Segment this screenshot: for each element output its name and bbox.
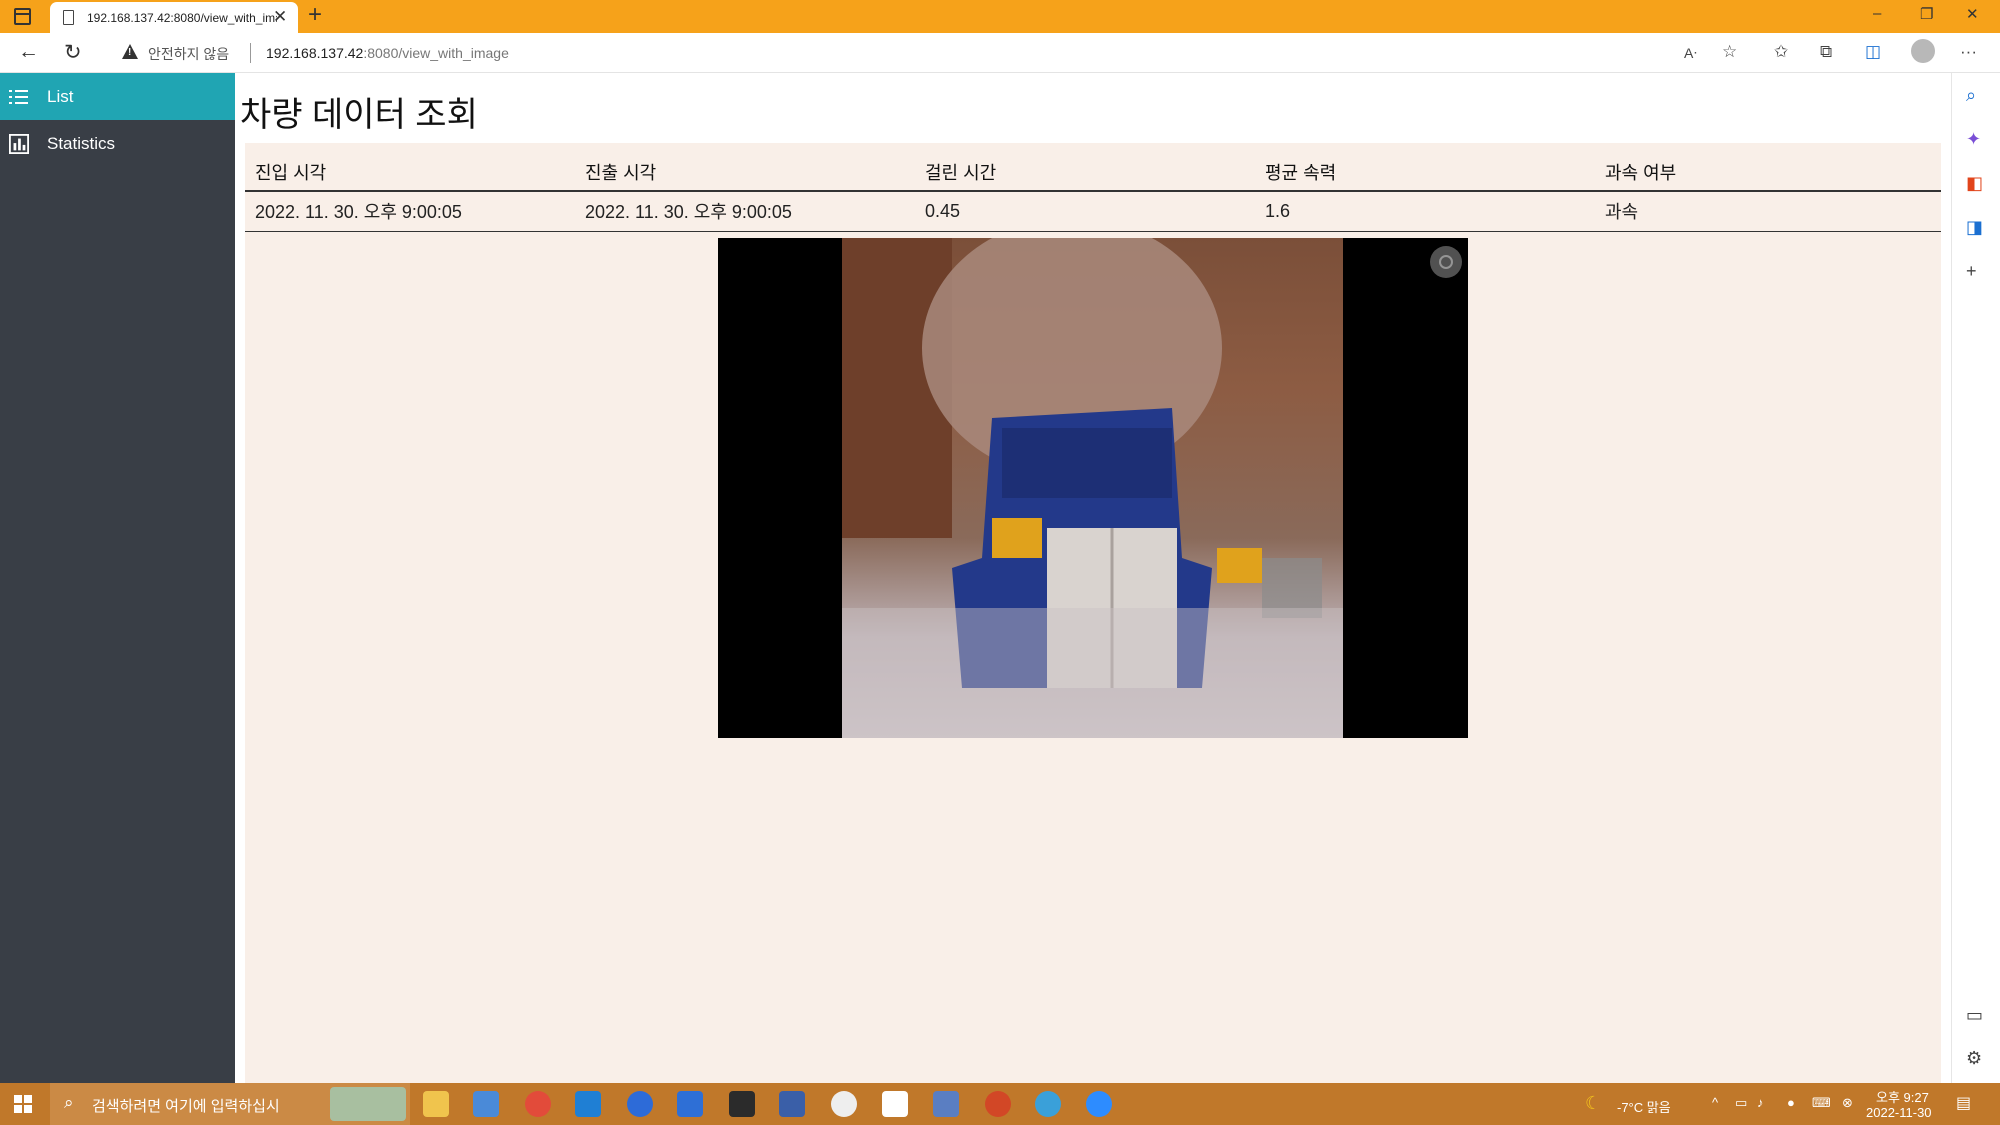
network-app-icon[interactable] xyxy=(779,1091,805,1117)
toy-truck-illustration xyxy=(842,238,1343,738)
page-title: 차량 데이터 조회 xyxy=(240,96,478,134)
taskbar-date[interactable]: 2022-11-30 xyxy=(1866,1105,1932,1120)
windows-taskbar: ⌕ 검색하려면 여기에 입력하십시 ☾ -7°C 맑음 ^ ▭ ♪ ● ⌨ ⊗ … xyxy=(0,1083,2000,1125)
close-window-icon[interactable]: ✕ xyxy=(1966,5,1979,23)
sidebar-layout-icon[interactable]: ▭ xyxy=(1966,1005,1983,1026)
entry-time-cell: 2022. 11. 30. 오후 9:00:05 xyxy=(245,191,575,232)
powerpoint-icon[interactable] xyxy=(985,1091,1011,1117)
weather-text[interactable]: -7°C 맑음 xyxy=(1617,1097,1671,1116)
table-header-row: 진입 시각 진출 시각 걸린 시간 평균 속력 과속 여부 xyxy=(245,153,1941,192)
page-icon xyxy=(63,10,74,25)
speeding-status-cell: 과속 xyxy=(1595,191,1941,232)
volume-icon[interactable]: ♪ xyxy=(1757,1095,1764,1110)
app-sidebar: List Statistics xyxy=(0,73,235,1083)
read-aloud-icon[interactable]: Aᐧ xyxy=(1684,45,1697,62)
outlook-icon[interactable]: ◨ xyxy=(1966,217,1983,238)
tray-chevron-icon[interactable]: ^ xyxy=(1712,1095,1718,1110)
notification-icon[interactable]: ▤ xyxy=(1956,1093,1971,1113)
url-field[interactable]: 192.168.137.42:8080/view_with_image xyxy=(266,45,509,61)
column-header-average-speed: 평균 속력 xyxy=(1255,153,1595,192)
sidebar-item-label: List xyxy=(47,87,74,106)
clock-app-icon[interactable] xyxy=(831,1091,857,1117)
url-host: 192.168.137.42 xyxy=(266,45,364,61)
collections-icon[interactable]: ⧉ xyxy=(1820,42,1832,62)
windows-start-icon[interactable] xyxy=(14,1095,32,1113)
weather-moon-icon: ☾ xyxy=(1585,1093,1602,1113)
typora-icon[interactable] xyxy=(882,1091,908,1117)
taskbar-app-icon[interactable] xyxy=(473,1091,499,1117)
network-icon[interactable]: ▭ xyxy=(1735,1095,1747,1111)
minimize-icon[interactable]: – xyxy=(1873,5,1881,22)
favorites-icon[interactable]: ✩ xyxy=(1774,42,1788,62)
search-icon[interactable]: ⌕ xyxy=(1966,85,1976,106)
vehicle-image-viewer[interactable] xyxy=(718,238,1468,738)
vnc-icon[interactable] xyxy=(677,1091,703,1117)
vehicle-photo xyxy=(842,238,1343,738)
maps-icon[interactable] xyxy=(627,1091,653,1117)
browser-tab[interactable]: 192.168.137.42:8080/view_with_image ✕ xyxy=(50,2,298,33)
search-icon: ⌕ xyxy=(64,1093,74,1112)
status-x-icon[interactable]: ⊗ xyxy=(1842,1095,1853,1111)
sidebar-item-label: Statistics xyxy=(47,134,116,153)
add-favorite-icon[interactable]: ☆ xyxy=(1722,42,1737,62)
security-label[interactable]: 안전하지 않음 xyxy=(148,44,229,64)
add-icon[interactable]: + xyxy=(1966,261,1977,282)
tab-title: 192.168.137.42:8080/view_with_image xyxy=(87,11,277,25)
column-header-exit-time: 진출 시각 xyxy=(575,153,915,192)
bar-chart-icon xyxy=(9,134,29,154)
column-header-elapsed-time: 걸린 시간 xyxy=(915,153,1255,192)
keyboard-icon[interactable]: ⌨ xyxy=(1812,1095,1831,1111)
warning-icon[interactable] xyxy=(122,44,138,59)
edge-sidebar: ⌕ ✦ ◧ ◨ + ▭ ⚙ xyxy=(1951,73,2000,1083)
tab-close-icon[interactable]: ✕ xyxy=(273,7,287,27)
taskbar-search-placeholder: 검색하려면 여기에 입력하십시 xyxy=(92,1098,280,1115)
address-separator xyxy=(250,43,251,63)
more-menu-icon[interactable]: ··· xyxy=(1960,42,1977,62)
file-explorer-icon[interactable] xyxy=(423,1091,449,1117)
new-tab-icon[interactable]: + xyxy=(308,1,322,29)
exit-time-cell: 2022. 11. 30. 오후 9:00:05 xyxy=(575,191,915,232)
office-icon[interactable]: ◧ xyxy=(1966,173,1983,194)
zoom-icon[interactable] xyxy=(1086,1091,1112,1117)
column-header-entry-time: 진입 시각 xyxy=(245,153,575,192)
copilot-sparkle-icon[interactable]: ✦ xyxy=(1966,129,1981,150)
restore-icon[interactable]: ❐ xyxy=(1920,5,1933,23)
reload-icon[interactable]: ↻ xyxy=(64,40,82,65)
tab-actions-icon[interactable] xyxy=(14,8,31,25)
chrome-icon[interactable] xyxy=(525,1091,551,1117)
edge-browser-icon[interactable] xyxy=(1035,1091,1061,1117)
edge-extension-icon[interactable]: ◫ xyxy=(1865,42,1881,62)
column-header-speeding: 과속 여부 xyxy=(1595,153,1941,192)
table-row[interactable]: 2022. 11. 30. 오후 9:00:05 2022. 11. 30. 오… xyxy=(245,191,1941,232)
main-content: 차량 데이터 조회 진입 시각 진출 시각 걸린 시간 평균 속력 과속 여부 … xyxy=(235,73,1951,1083)
vscode-icon[interactable] xyxy=(575,1091,601,1117)
profile-avatar[interactable] xyxy=(1911,39,1935,63)
camera-icon[interactable] xyxy=(1430,246,1462,278)
sidebar-item-list[interactable]: List xyxy=(0,73,235,120)
figma-icon[interactable] xyxy=(729,1091,755,1117)
list-icon xyxy=(9,90,28,104)
browser-titlebar: 192.168.137.42:8080/view_with_image ✕ + … xyxy=(0,0,2000,33)
back-arrow-icon[interactable]: ← xyxy=(18,40,39,64)
elapsed-time-cell: 0.45 xyxy=(915,191,1255,232)
taskbar-search-box[interactable]: ⌕ 검색하려면 여기에 입력하십시 xyxy=(50,1083,410,1125)
url-path: :8080/view_with_image xyxy=(363,45,509,61)
autodesk-icon[interactable] xyxy=(933,1091,959,1117)
search-highlight-illustration xyxy=(330,1087,406,1121)
address-bar: ← ↻ 안전하지 않음 192.168.137.42:8080/view_wit… xyxy=(0,33,2000,73)
average-speed-cell: 1.6 xyxy=(1255,191,1595,232)
sidebar-item-statistics[interactable]: Statistics xyxy=(0,120,235,167)
taskbar-time[interactable]: 오후 9:27 xyxy=(1876,1087,1929,1106)
microphone-icon[interactable]: ● xyxy=(1787,1095,1795,1110)
vehicle-data-table: 진입 시각 진출 시각 걸린 시간 평균 속력 과속 여부 2022. 11. … xyxy=(245,153,1941,232)
settings-gear-icon[interactable]: ⚙ xyxy=(1966,1048,1982,1069)
content-area: 진입 시각 진출 시각 걸린 시간 평균 속력 과속 여부 2022. 11. … xyxy=(245,143,1941,1083)
